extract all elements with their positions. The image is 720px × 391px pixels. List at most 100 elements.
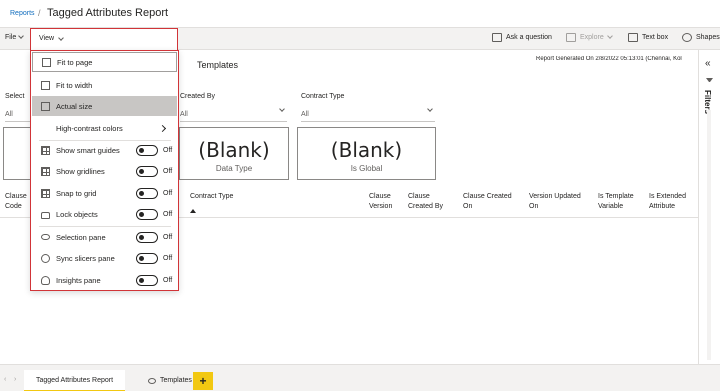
is-global-card[interactable]: (Blank) Is Global xyxy=(297,127,436,180)
templates-heading: Templates xyxy=(197,60,239,70)
file-menu-label: File xyxy=(5,34,17,41)
next-page-icon[interactable]: › xyxy=(14,376,16,383)
add-page-button[interactable]: + xyxy=(193,372,213,390)
chevron-down-icon xyxy=(279,106,285,112)
column-header-clause-created-on[interactable]: Clause Created On xyxy=(463,192,521,212)
slicer-value: All xyxy=(301,111,309,118)
menu-item-actual-size[interactable]: Actual size xyxy=(32,96,177,116)
eye-icon xyxy=(41,234,50,240)
view-menu[interactable]: View xyxy=(30,28,178,50)
menu-item-label: Insights pane xyxy=(56,275,101,285)
ask-question-button[interactable]: Ask a question xyxy=(492,33,552,42)
text-box-icon xyxy=(628,33,638,42)
toggle-state: Off xyxy=(163,210,173,218)
text-box-label: Text box xyxy=(642,34,669,41)
explore-button[interactable]: Explore xyxy=(566,33,613,42)
slicer-value: All xyxy=(5,111,13,118)
column-header-version-updated-on[interactable]: Version Updated On xyxy=(529,192,591,212)
lock-objects-toggle[interactable] xyxy=(136,208,158,220)
chevron-right-icon xyxy=(158,124,167,132)
toggle-state: Off xyxy=(163,276,173,284)
text-box-button[interactable]: Text box xyxy=(628,33,668,42)
toggle-state: Off xyxy=(163,254,173,262)
shapes-icon xyxy=(682,33,692,42)
insights-pane-toggle[interactable] xyxy=(136,274,158,286)
menu-item-label: Show gridlines xyxy=(56,166,105,176)
menu-item-high-contrast[interactable]: High-contrast colors xyxy=(32,118,177,138)
file-menu[interactable]: File xyxy=(5,33,25,41)
column-header-clause-version[interactable]: Clause Version xyxy=(369,192,399,212)
ribbon: File View Ask a question Explore Text bo… xyxy=(0,28,720,50)
chevron-down-icon xyxy=(18,33,25,39)
snap-grid-icon xyxy=(41,188,50,198)
data-type-card[interactable]: (Blank) Data Type xyxy=(179,127,289,180)
toggle-state: Off xyxy=(163,146,173,154)
column-header-contract-type[interactable]: Contract Type xyxy=(190,192,233,202)
menu-item-selection-pane[interactable]: Selection pane Off xyxy=(32,227,177,247)
menu-item-smart-guides[interactable]: Show smart guides Off xyxy=(32,140,177,160)
menu-item-sync-slicers[interactable]: Sync slicers pane Off xyxy=(32,248,177,268)
column-header-is-template-variable[interactable]: Is Template Variable xyxy=(598,192,644,212)
page-title: Tagged Attributes Report xyxy=(47,7,169,19)
menu-item-label: Show smart guides xyxy=(56,145,120,155)
card-partial xyxy=(3,127,31,180)
page-tabs-bar: ‹ › Tagged Attributes Report Templates + xyxy=(0,364,720,391)
vertical-scrollbar[interactable] xyxy=(707,110,711,360)
menu-item-lock-objects[interactable]: Lock objects Off xyxy=(32,204,177,224)
menu-item-label: Actual size xyxy=(56,101,93,111)
sync-icon xyxy=(41,253,50,263)
chevron-down-icon xyxy=(58,35,64,41)
menu-item-fit-to-width[interactable]: Fit to width xyxy=(32,75,177,95)
fit-width-icon xyxy=(41,80,50,90)
question-icon xyxy=(492,33,502,42)
sync-slicers-toggle[interactable] xyxy=(136,252,158,264)
card-value: (Blank) xyxy=(330,138,403,162)
slicer-title-select: Select xyxy=(5,93,25,100)
menu-item-insights-pane[interactable]: Insights pane Off xyxy=(32,270,177,290)
ask-question-label: Ask a question xyxy=(506,34,552,41)
blank-icon xyxy=(41,124,50,133)
slicer-title-created-by: Created By xyxy=(180,93,216,100)
filter-icon xyxy=(706,78,713,85)
snap-to-grid-toggle[interactable] xyxy=(136,187,158,199)
created-by-dropdown[interactable]: All xyxy=(180,106,287,122)
slicer-value: All xyxy=(180,111,188,118)
smart-guides-toggle[interactable] xyxy=(136,144,158,156)
column-header-is-extended-attribute[interactable]: Is Extended Attribute xyxy=(649,192,695,212)
toggle-state: Off xyxy=(163,189,173,197)
chevron-down-icon xyxy=(606,33,613,39)
actual-size-icon xyxy=(41,101,50,111)
card-label: Data Type xyxy=(215,164,253,173)
slicer-select-dropdown[interactable]: All xyxy=(5,108,30,122)
menu-item-label: Selection pane xyxy=(56,232,106,242)
shapes-button[interactable]: Shapes xyxy=(682,33,720,42)
view-dropdown-menu: Fit to page Fit to width Actual size Hig… xyxy=(30,50,179,291)
contract-type-dropdown[interactable]: All xyxy=(301,106,435,122)
expand-chevrons-icon[interactable]: « xyxy=(705,58,711,69)
hidden-page-icon xyxy=(148,378,156,384)
bulb-icon xyxy=(41,275,50,285)
lock-icon xyxy=(41,212,50,219)
explore-icon xyxy=(566,33,576,42)
column-header-clause-created-by[interactable]: Clause Created By xyxy=(408,192,450,212)
menu-item-gridlines[interactable]: Show gridlines Off xyxy=(32,161,177,181)
prev-page-icon[interactable]: ‹ xyxy=(4,376,6,383)
filters-pane[interactable]: « Filters xyxy=(698,50,720,364)
page-tab-tagged-attributes[interactable]: Tagged Attributes Report xyxy=(24,370,126,391)
menu-item-label: Fit to width xyxy=(56,80,93,90)
breadcrumb-reports[interactable]: Reports xyxy=(10,10,35,17)
fit-page-icon xyxy=(42,57,51,67)
slicer-title-contract-type: Contract Type xyxy=(301,93,345,100)
breadcrumb-separator: / xyxy=(38,8,41,18)
column-header-clause-code[interactable]: Clause Code xyxy=(5,192,27,212)
card-label: Is Global xyxy=(350,164,383,173)
view-menu-label: View xyxy=(39,35,55,42)
menu-item-label: Snap to grid xyxy=(56,188,97,198)
menu-item-snap-to-grid[interactable]: Snap to grid Off xyxy=(32,183,177,203)
selection-pane-toggle[interactable] xyxy=(136,231,158,243)
gridlines-icon xyxy=(41,166,50,176)
menu-item-fit-to-page[interactable]: Fit to page xyxy=(32,52,177,72)
page-tab-label: Templates xyxy=(160,377,192,384)
gridlines-toggle[interactable] xyxy=(136,165,158,177)
shapes-label: Shapes xyxy=(696,34,720,41)
